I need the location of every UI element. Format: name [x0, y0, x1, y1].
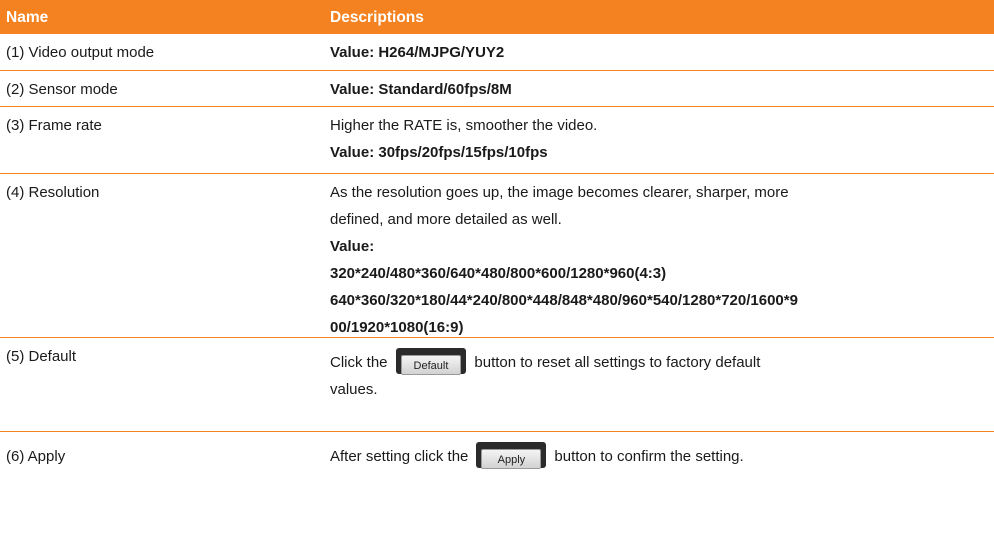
- apply-button[interactable]: Apply: [476, 442, 547, 470]
- default-button[interactable]: Default: [395, 348, 467, 376]
- settings-table: Name Descriptions (1) Video output mode …: [0, 0, 994, 488]
- row-description: After setting click the Apply button to co…: [330, 432, 994, 488]
- row-text: Click the: [330, 354, 388, 371]
- row-text: values.: [330, 381, 378, 399]
- row-text: button to confirm the setting.: [554, 448, 744, 465]
- row-text: defined, and more detailed as well.: [330, 211, 562, 228]
- row-value-label: Value:: [330, 238, 375, 255]
- table-row-default: (5) Default Click the Default button to re…: [0, 338, 994, 432]
- row-value: Value: Standard/60fps/8M: [330, 81, 512, 98]
- row-name: (4) Resolution: [6, 184, 100, 201]
- header-descriptions: Descriptions: [330, 9, 424, 26]
- row-text: button to reset all settings to factory …: [474, 354, 761, 371]
- row-text-line: After setting click the Apply button to co…: [330, 442, 974, 470]
- table-header: Name Descriptions: [0, 0, 994, 34]
- table-row-video-output-mode: (1) Video output mode Value: H264/MJPG/Y…: [0, 34, 994, 71]
- table-row-frame-rate: (3) Frame rate Higher the RATE is, smoot…: [0, 107, 994, 174]
- table-row-resolution: (4) Resolution As the resolution goes up…: [0, 174, 994, 338]
- row-text: After setting click the: [330, 448, 469, 465]
- header-name: Name: [6, 9, 49, 26]
- row-text: Higher the RATE is, smoother the video.: [330, 117, 598, 134]
- default-button-label: Default: [400, 355, 462, 376]
- row-text: As the resolution goes up, the image bec…: [330, 184, 789, 201]
- row-name: (2) Sensor mode: [6, 81, 118, 98]
- row-name: (5) Default: [6, 348, 77, 365]
- row-description: Value: Standard/60fps/8M: [330, 71, 994, 106]
- table-row-apply: (6) Apply After setting click the Apply bu…: [0, 432, 994, 488]
- apply-button-label: Apply: [481, 449, 542, 470]
- row-description: Value: H264/MJPG/YUY2: [330, 34, 994, 70]
- row-text-line: Click the Default button to reset all sett…: [330, 348, 974, 376]
- row-value: Value: H264/MJPG/YUY2: [330, 44, 505, 61]
- table-row-sensor-mode: (2) Sensor mode Value: Standard/60fps/8M: [0, 71, 994, 107]
- row-description: As the resolution goes up, the image bec…: [330, 174, 994, 337]
- row-name: (3) Frame rate: [6, 117, 102, 134]
- row-name: (6) Apply: [6, 448, 66, 465]
- row-description: Click the Default button to reset all sett…: [330, 338, 994, 431]
- row-description: Higher the RATE is, smoother the video. …: [330, 107, 994, 173]
- row-value: 640*360/320*180/44*240/800*448/848*480/9…: [330, 292, 798, 309]
- row-value: 320*240/480*360/640*480/800*600/1280*960…: [330, 265, 667, 282]
- row-value: Value: 30fps/20fps/15fps/10fps: [330, 144, 548, 161]
- row-name: (1) Video output mode: [6, 44, 155, 61]
- row-value: 00/1920*1080(16:9): [330, 319, 464, 336]
